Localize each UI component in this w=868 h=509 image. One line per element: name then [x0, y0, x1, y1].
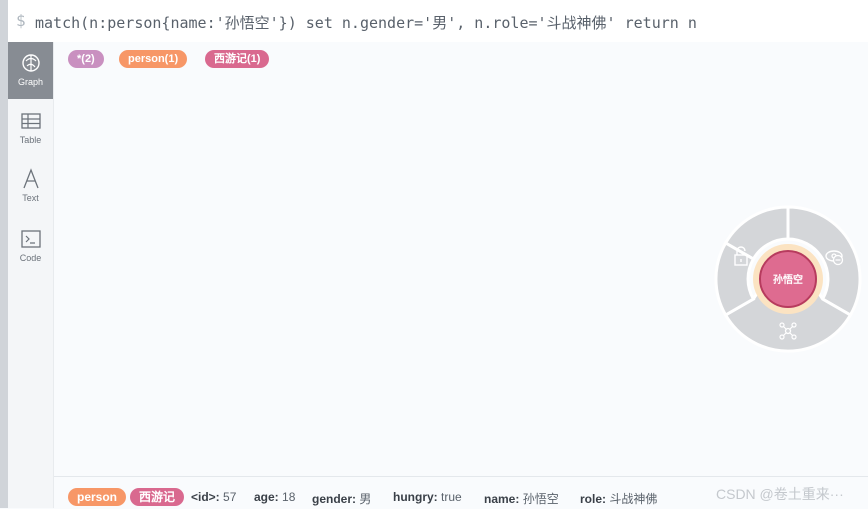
footer-label-person[interactable]: person	[68, 488, 127, 506]
view-tab-label: Graph	[17, 77, 43, 87]
graph-svg: 孙悟空	[714, 205, 862, 353]
code-icon	[20, 230, 41, 248]
prop-value: 18	[282, 490, 296, 504]
footer-label-xiyouji[interactable]: 西游记	[130, 488, 185, 506]
prop-key: role:	[580, 492, 607, 506]
table-icon	[20, 113, 41, 129]
view-tab-graph[interactable]: Graph	[8, 42, 53, 99]
prop-key: gender:	[312, 492, 357, 506]
view-tab-label: Code	[19, 253, 42, 263]
prop-key: age:	[254, 490, 279, 504]
result-view-sidebar: Graph Table Text Code	[8, 42, 54, 508]
prop-key: hungry:	[393, 490, 438, 504]
text-icon	[22, 168, 39, 189]
prop-hungry: hungry: true	[393, 490, 462, 504]
prop-id: <id>: 57	[191, 490, 236, 504]
node-caption: 孙悟空	[773, 273, 803, 286]
graph-canvas[interactable]: *(2) person(1) 西游记(1) 孙悟空	[54, 42, 868, 476]
graph-icon	[21, 54, 40, 72]
view-tab-code[interactable]: Code	[8, 218, 53, 275]
prop-value: 57	[223, 490, 237, 504]
prop-value: 男	[359, 492, 372, 506]
prop-gender: gender: 男	[312, 490, 371, 507]
view-tab-text[interactable]: Text	[8, 158, 53, 215]
prop-key: name:	[484, 492, 520, 506]
query-text[interactable]: match(n:person{name:'孙悟空'}) set n.gender…	[35, 12, 697, 33]
prop-value: 孙悟空	[522, 492, 559, 506]
prop-value: true	[441, 490, 462, 504]
prompt-symbol: $	[16, 11, 26, 30]
window-edge	[0, 0, 8, 508]
prop-age: age: 18	[254, 490, 295, 504]
view-tab-label: Table	[19, 135, 42, 145]
view-tab-label: Text	[22, 193, 39, 203]
prop-role: role: 斗战神佛	[580, 490, 657, 507]
prop-name: name: 孙悟空	[484, 490, 559, 507]
view-tab-table[interactable]: Table	[8, 100, 53, 157]
query-editor[interactable]: $ match(n:person{name:'孙悟空'}) set n.gend…	[8, 0, 868, 43]
watermark: CSDN @卷土重来···	[716, 486, 844, 502]
prop-value: 斗战神佛	[609, 492, 658, 506]
prop-key: <id>:	[191, 490, 220, 504]
